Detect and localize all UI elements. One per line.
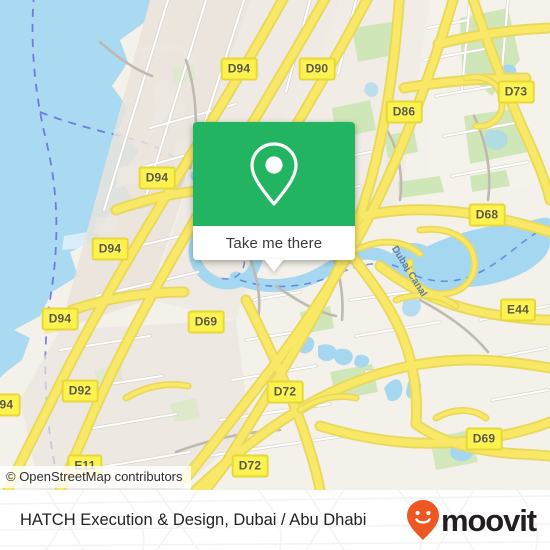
shield-e44: E44 xyxy=(500,298,536,322)
footer-bar: HATCH Execution & Design, Dubai / Abu Dh… xyxy=(0,490,550,550)
moovit-brand[interactable]: moovit xyxy=(406,499,537,541)
take-me-there-label: Take me there xyxy=(225,234,323,252)
map-screenshot: Dubai Canal D94 D90 D73 D86 D94 D94 D68 … xyxy=(0,0,550,550)
shield-d94-lower: D94 xyxy=(41,307,79,331)
shield-d90: D90 xyxy=(298,57,336,81)
shield-d94-top: D94 xyxy=(220,57,258,81)
popup-icon-area xyxy=(193,122,355,226)
location-popup-card[interactable]: Take me there xyxy=(193,122,355,272)
osm-attribution[interactable]: © OpenStreetMap contributors xyxy=(0,466,191,488)
moovit-smiley-pin-icon xyxy=(406,500,439,540)
shield-d92: D92 xyxy=(61,379,99,403)
shield-d72-right: D72 xyxy=(266,380,304,404)
shield-d69-mid: D69 xyxy=(187,310,225,334)
shield-d94-upper: D94 xyxy=(138,166,176,190)
moovit-wordmark: moovit xyxy=(440,502,537,538)
shield-d72-bottom: D72 xyxy=(231,454,269,478)
shield-d69-bottom: D69 xyxy=(465,427,503,451)
shield-d86: D86 xyxy=(385,100,423,124)
shield-d68: D68 xyxy=(468,203,506,227)
map-canvas[interactable]: Dubai Canal D94 D90 D73 D86 D94 D94 D68 … xyxy=(0,0,550,490)
shield-d94-edge: D94 xyxy=(0,393,21,417)
shield-d94-mid: D94 xyxy=(91,237,129,261)
map-pin-icon xyxy=(250,142,298,206)
popup-cta-area[interactable]: Take me there xyxy=(193,226,355,260)
page-title: HATCH Execution & Design, Dubai / Abu Dh… xyxy=(20,510,367,529)
popup-pointer-tail xyxy=(264,259,284,272)
shield-d73: D73 xyxy=(497,80,535,104)
